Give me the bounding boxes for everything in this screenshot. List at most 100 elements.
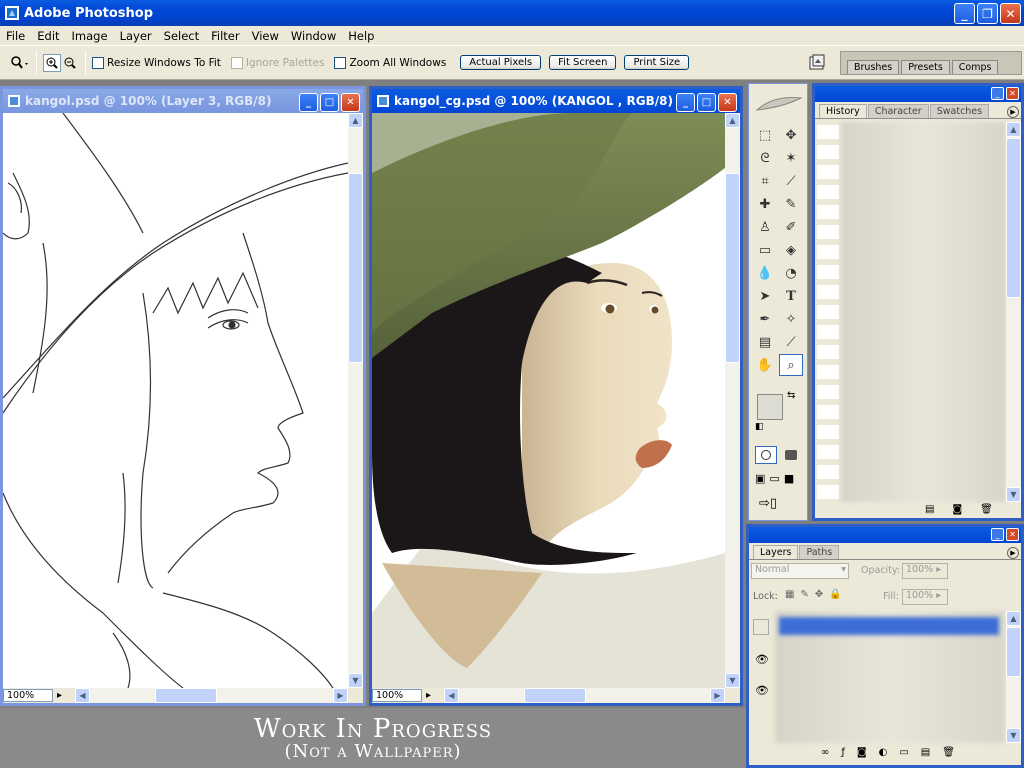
path-selection-tool-icon[interactable]: ➤	[753, 285, 777, 307]
magic-wand-tool-icon[interactable]: ✶	[779, 147, 803, 169]
fill-field[interactable]: 100% ▸	[902, 589, 948, 605]
visibility-toggle[interactable]	[753, 619, 769, 635]
scroll-right-button[interactable]: ▶	[333, 688, 348, 703]
scroll-down-button[interactable]: ▼	[1006, 487, 1021, 502]
status-menu-icon[interactable]: ▸	[426, 690, 431, 701]
zoom-level-field[interactable]: 100%	[372, 689, 422, 702]
well-tab-comps[interactable]: Comps	[951, 60, 999, 74]
scroll-up-button[interactable]: ▲	[1006, 122, 1021, 137]
blur-tool-icon[interactable]: 💧	[753, 262, 777, 284]
pen-tool-icon[interactable]: ✒	[753, 308, 777, 330]
layers-scrollbar[interactable]: ▲ ▼	[1006, 611, 1021, 743]
lock-transparency-icon[interactable]: ▦	[785, 589, 794, 600]
palette-menu-icon[interactable]: ▶	[1007, 106, 1019, 118]
doc2-horizontal-scrollbar[interactable]: ◀ ▶	[444, 688, 725, 703]
resize-windows-checkbox[interactable]	[92, 56, 104, 69]
jump-to-imageready-icon[interactable]: ⇨▯	[759, 496, 777, 511]
document-title-bar[interactable]: kangol_cg.psd @ 100% (KANGOL , RGB/8) _ …	[372, 89, 740, 113]
lock-buttons[interactable]: ▦ ✎ ✥ 🔒	[785, 589, 842, 600]
document-window-kangol-cg[interactable]: kangol_cg.psd @ 100% (KANGOL , RGB/8) _ …	[369, 86, 743, 706]
healing-brush-tool-icon[interactable]: ✚	[753, 193, 777, 215]
scroll-down-button[interactable]: ▼	[348, 673, 363, 688]
close-button[interactable]: ✕	[1000, 3, 1021, 24]
link-icon[interactable]: ∞	[821, 747, 829, 758]
print-size-button[interactable]: Print Size	[624, 55, 690, 70]
file-browser-button[interactable]	[806, 52, 828, 74]
screen-mode-buttons[interactable]: ▣ ▭ ■	[755, 472, 794, 485]
opacity-field[interactable]: 100% ▸	[902, 563, 948, 579]
tool-preset-picker[interactable]	[8, 52, 30, 74]
doc1-vertical-scrollbar[interactable]: ▲ ▼	[348, 113, 363, 688]
scroll-up-button[interactable]: ▲	[1006, 611, 1021, 626]
menu-window[interactable]: Window	[285, 29, 342, 43]
history-minimize-button[interactable]: _	[991, 87, 1004, 100]
slice-tool-icon[interactable]: ⟋	[779, 170, 803, 192]
hand-tool-icon[interactable]: ✋	[753, 354, 777, 376]
standard-mode-button[interactable]	[755, 446, 777, 464]
menu-edit[interactable]: Edit	[31, 29, 65, 43]
new-snapshot-icon[interactable]: ◙	[952, 504, 962, 515]
brush-tool-icon[interactable]: ✎	[779, 193, 803, 215]
new-layer-icon[interactable]: ▤	[921, 747, 930, 758]
move-tool-icon[interactable]: ✥	[779, 124, 803, 146]
eraser-tool-icon[interactable]: ▭	[753, 239, 777, 261]
history-scrollbar[interactable]: ▲ ▼	[1006, 122, 1021, 502]
app-title-bar[interactable]: Adobe Photoshop _ ❐ ✕	[0, 0, 1024, 26]
doc1-close-button[interactable]: ✕	[341, 93, 360, 112]
trash-icon[interactable]: 🗑	[942, 747, 955, 758]
scroll-thumb[interactable]	[524, 688, 586, 703]
clone-stamp-tool-icon[interactable]: ♙	[753, 216, 777, 238]
document-window-kangol[interactable]: kangol.psd @ 100% (Layer 3, RGB/8) _ □ ✕	[0, 86, 366, 706]
scroll-thumb[interactable]	[1006, 627, 1021, 677]
history-close-button[interactable]: ✕	[1006, 87, 1019, 100]
restore-button[interactable]: ❐	[977, 3, 998, 24]
adobe-feather-icon[interactable]	[753, 90, 805, 118]
quick-mask-mode-button[interactable]	[780, 446, 802, 464]
layer-style-icon[interactable]: ƒ	[841, 747, 845, 758]
palette-menu-icon[interactable]: ▶	[1007, 547, 1019, 559]
well-tab-brushes[interactable]: Brushes	[847, 60, 900, 74]
canvas-lineart[interactable]	[3, 113, 348, 688]
scroll-thumb[interactable]	[348, 173, 363, 363]
menu-image[interactable]: Image	[66, 29, 114, 43]
zoom-in-button[interactable]	[43, 53, 61, 72]
menu-layer[interactable]: Layer	[114, 29, 158, 43]
marquee-tool-icon[interactable]: ⬚	[753, 124, 777, 146]
scroll-thumb[interactable]	[725, 173, 740, 363]
swap-colors-icon[interactable]: ⇆	[787, 390, 795, 401]
actual-pixels-button[interactable]: Actual Pixels	[460, 55, 542, 70]
doc1-horizontal-scrollbar[interactable]: ◀ ▶	[75, 688, 348, 703]
doc2-vertical-scrollbar[interactable]: ▲ ▼	[725, 113, 740, 688]
trash-icon[interactable]: 🗑	[980, 504, 993, 515]
scroll-thumb[interactable]	[1006, 138, 1021, 298]
tab-paths[interactable]: Paths	[799, 545, 840, 559]
status-menu-icon[interactable]: ▸	[57, 690, 62, 701]
eyedropper-tool-icon[interactable]: ⟋	[779, 331, 803, 353]
minimize-button[interactable]: _	[954, 3, 975, 24]
zoom-tool-icon[interactable]: ⌕	[779, 354, 803, 376]
doc2-close-button[interactable]: ✕	[718, 93, 737, 112]
tab-swatches[interactable]: Swatches	[929, 104, 990, 118]
paint-bucket-tool-icon[interactable]: ◈	[779, 239, 803, 261]
eye-icon[interactable]: 👁	[755, 653, 769, 666]
scroll-left-button[interactable]: ◀	[75, 688, 90, 703]
history-bottom-buttons[interactable]: ▤ ◙ 🗑	[925, 504, 993, 515]
tab-history[interactable]: History	[819, 104, 867, 118]
zoom-all-windows-checkbox[interactable]	[334, 56, 347, 69]
document-title-bar[interactable]: kangol.psd @ 100% (Layer 3, RGB/8) _ □ ✕	[3, 89, 363, 113]
lock-paint-icon[interactable]: ✎	[800, 589, 808, 600]
doc1-maximize-button[interactable]: □	[320, 93, 339, 112]
tab-layers[interactable]: Layers	[753, 545, 799, 559]
blend-mode-select[interactable]: Normal ▾	[751, 563, 849, 579]
menu-file[interactable]: File	[0, 29, 31, 43]
scroll-left-button[interactable]: ◀	[444, 688, 459, 703]
menu-select[interactable]: Select	[158, 29, 205, 43]
zoom-out-button[interactable]	[61, 54, 79, 72]
canvas-painting[interactable]	[372, 113, 725, 688]
scroll-thumb[interactable]	[155, 688, 217, 703]
history-brush-tool-icon[interactable]: ✐	[779, 216, 803, 238]
history-list-blurred[interactable]	[841, 122, 1006, 502]
doc2-minimize-button[interactable]: _	[676, 93, 695, 112]
lock-position-icon[interactable]: ✥	[815, 589, 823, 600]
custom-shape-tool-icon[interactable]: ✧	[779, 308, 803, 330]
